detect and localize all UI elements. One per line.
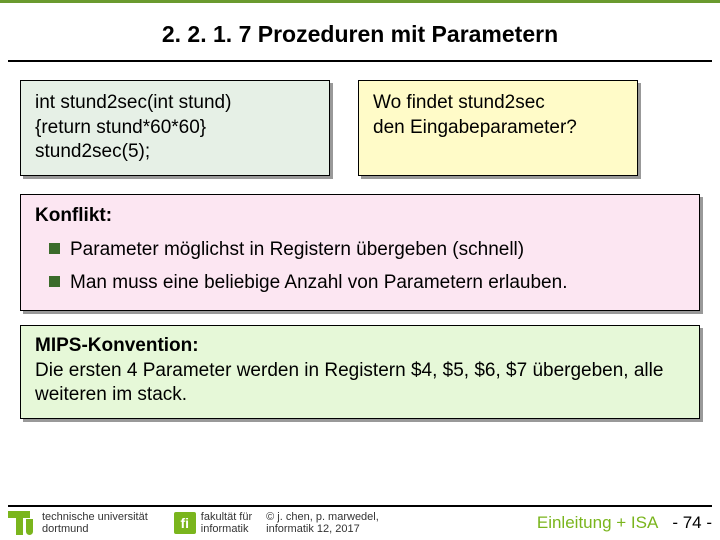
- question-line: Wo findet stund2sec: [373, 91, 623, 116]
- faculty-text: fakultät für informatik: [201, 511, 252, 535]
- bullet-square-icon: [49, 276, 60, 287]
- fi-logo-icon: fi: [174, 512, 196, 534]
- fak-line: informatik: [201, 523, 252, 535]
- bullet-text: Man muss eine beliebige Anzahl von Param…: [70, 270, 567, 296]
- konflikt-box: Konflikt: Parameter möglichst in Registe…: [20, 194, 700, 311]
- top-row: int stund2sec(int stund) {return stund*6…: [0, 62, 720, 186]
- tu-logo-icon: [8, 511, 38, 535]
- bullet-text: Parameter möglichst in Registern übergeb…: [70, 237, 524, 263]
- fi-logo-block: fi fakultät für informatik: [174, 511, 252, 535]
- code-line: {return stund*60*60}: [35, 116, 315, 141]
- university-text: technische universität dortmund: [42, 511, 148, 535]
- fak-line: fakultät für: [201, 511, 252, 523]
- mips-body: Die ersten 4 Parameter werden in Registe…: [35, 359, 685, 408]
- footer: technische universität dortmund fi fakul…: [8, 505, 712, 535]
- page-number: - 74 -: [672, 513, 712, 533]
- question-box: Wo findet stund2sec den Eingabeparameter…: [358, 80, 638, 176]
- slide-title: 2. 2. 1. 7 Prozeduren mit Parametern: [0, 21, 720, 48]
- code-line: int stund2sec(int stund): [35, 91, 315, 116]
- bullet-item: Man muss eine beliebige Anzahl von Param…: [49, 270, 685, 296]
- uni-line: dortmund: [42, 523, 148, 535]
- mips-box: MIPS-Konvention: Die ersten 4 Parameter …: [20, 325, 700, 419]
- bullet-item: Parameter möglichst in Registern übergeb…: [49, 237, 685, 263]
- tu-logo-block: technische universität dortmund: [8, 511, 148, 535]
- konflikt-label: Konflikt:: [35, 203, 685, 229]
- question-line: den Eingabeparameter?: [373, 116, 623, 141]
- chapter-label: Einleitung + ISA: [537, 513, 658, 533]
- code-box: int stund2sec(int stund) {return stund*6…: [20, 80, 330, 176]
- copyright-text: © j. chen, p. marwedel, informatik 12, 2…: [266, 511, 379, 535]
- bullet-square-icon: [49, 243, 60, 254]
- uni-line: technische universität: [42, 511, 148, 523]
- mips-label: MIPS-Konvention:: [35, 334, 685, 359]
- copy-line: © j. chen, p. marwedel,: [266, 511, 379, 523]
- copy-line: informatik 12, 2017: [266, 523, 379, 535]
- title-area: 2. 2. 1. 7 Prozeduren mit Parametern: [0, 3, 720, 60]
- code-line: stund2sec(5);: [35, 140, 315, 165]
